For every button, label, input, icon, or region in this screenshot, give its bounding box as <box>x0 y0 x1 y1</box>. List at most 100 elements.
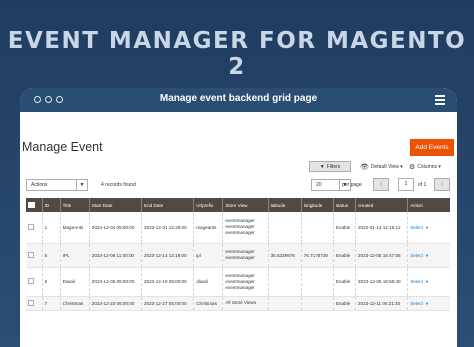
filter-icon: ▼ <box>319 164 325 170</box>
page-title: Manage Event <box>22 140 103 154</box>
row-action-label: Select <box>410 252 423 258</box>
columns-dropdown[interactable]: ⚙ Columns ▾ <box>409 163 441 171</box>
cell-urlprefix: diwali <box>193 267 223 297</box>
table-row: 6 Diwali 2023-12-05 05:00:00 2023-12-19 … <box>26 267 450 297</box>
cell-end-date: 2023-12-31 12:26:00 <box>140 212 194 244</box>
event-grid: ID Title Start Date End Date Urlprefix S… <box>26 198 450 311</box>
store-view-entry: All Store Views <box>225 300 257 305</box>
cell-status: Enable <box>332 296 356 311</box>
cell-action[interactable]: Select ▼ <box>407 243 450 268</box>
row-checkbox[interactable] <box>28 278 34 284</box>
cell-store-view: eventmanager eventmanager eventmanager <box>222 267 269 297</box>
cell-urlprefix: Christmas <box>193 296 223 311</box>
cell-id: 5 <box>41 243 61 268</box>
row-action-select[interactable]: Select ▼ <box>410 301 429 306</box>
row-checkbox-cell[interactable] <box>26 243 43 268</box>
cell-end-date: 2023-12-14 12:19:00 <box>140 243 194 268</box>
cell-status: Enable <box>332 267 356 297</box>
actions-label: Actions <box>31 182 48 188</box>
cell-latitude: 35.5339976 <box>267 243 302 268</box>
cell-action[interactable]: Select ▼ <box>407 267 450 297</box>
select-all-header[interactable] <box>26 198 43 212</box>
table-row: 1 MageAnts 2023-12-04 05:00:00 2023-12-3… <box>26 212 450 244</box>
browser-bar-title: Manage event backend grid page <box>159 93 318 104</box>
cell-end-date: 2023-12-19 05:00:00 <box>140 267 194 297</box>
cell-start-date: 2023-12-04 05:00:00 <box>88 212 142 244</box>
gear-icon: ⚙ <box>409 164 416 171</box>
eye-icon: 👁 <box>360 164 369 171</box>
filters-button[interactable]: ▼ Filters <box>309 161 351 172</box>
row-action-select[interactable]: Select ▼ <box>410 253 429 258</box>
cell-action[interactable]: Select ▼ <box>407 296 450 311</box>
browser-window: Manage event backend grid page Manage Ev… <box>20 88 457 347</box>
cell-created: 2023-12-05 16:56:40 <box>354 267 408 297</box>
row-checkbox-cell[interactable] <box>26 296 43 311</box>
cell-start-date: 2023-12-05 05:00:00 <box>88 267 142 297</box>
actions-select[interactable]: Actions ▼ <box>26 179 88 191</box>
table-row: 7 Christmas 2023-12-20 06:00:00 2023-12-… <box>26 296 450 311</box>
column-header-end-date[interactable]: End Date <box>140 198 194 212</box>
records-found: 4 records found <box>101 182 136 188</box>
column-header-created[interactable]: created <box>354 198 408 212</box>
column-header-start-date[interactable]: Start Date <box>88 198 142 212</box>
cell-start-date: 2023-12-06 11:00:00 <box>88 243 142 268</box>
cell-store-view: eventmanager eventmanager eventmanager <box>222 212 269 244</box>
cell-latitude <box>267 212 302 244</box>
cell-title: IPL <box>59 243 90 268</box>
cell-urlprefix: mageants <box>193 212 223 244</box>
row-checkbox[interactable] <box>28 223 34 230</box>
chevron-down-icon: ▼ <box>424 300 429 306</box>
row-action-label: Select <box>410 279 423 284</box>
store-view-entry: eventmanager <box>225 255 255 260</box>
row-checkbox-cell[interactable] <box>26 212 43 244</box>
cell-created: 2023-12-11 06:21:40 <box>354 296 408 311</box>
chevron-down-icon: ▼ <box>424 252 429 258</box>
next-page-button[interactable]: › <box>434 178 450 191</box>
previous-page-button[interactable]: ‹ <box>373 178 389 191</box>
cell-created: 2022-01-13 12:19:12 <box>354 212 408 244</box>
select-all-checkbox[interactable] <box>28 201 35 208</box>
column-header-title[interactable]: Title <box>59 198 90 212</box>
chevron-down-icon: ▼ <box>424 224 429 230</box>
column-header-longitude[interactable]: longitude <box>300 198 334 212</box>
per-page-value: 20 <box>316 182 322 188</box>
cell-id: 1 <box>41 212 61 244</box>
row-action-select[interactable]: Select ▼ <box>410 225 429 230</box>
cell-status: Enable <box>332 243 356 268</box>
row-checkbox[interactable] <box>28 251 34 258</box>
hamburger-menu-icon[interactable] <box>435 95 445 107</box>
page-number-input[interactable]: 1 <box>398 178 414 191</box>
cell-title: Diwali <box>59 267 90 297</box>
cell-created: 2023-12-05 16:47:05 <box>354 243 408 268</box>
chevron-down-icon: ▼ <box>424 279 429 284</box>
cell-longitude <box>300 267 334 297</box>
cell-longitude <box>300 212 334 244</box>
cell-longitude: 76.7178726 <box>300 243 334 268</box>
column-header-urlprefix[interactable]: Urlprefix <box>193 198 223 212</box>
page-of-label: of 1 <box>418 182 427 188</box>
cell-action[interactable]: Select ▼ <box>407 212 450 244</box>
grid-header-row: ID Title Start Date End Date Urlprefix S… <box>26 198 450 212</box>
cell-store-view: All Store Views <box>222 296 269 311</box>
cell-start-date: 2023-12-20 06:00:00 <box>88 296 142 311</box>
add-events-button[interactable]: Add Events <box>410 139 454 156</box>
row-action-label: Select <box>410 224 423 230</box>
cell-latitude <box>267 267 302 297</box>
row-action-select[interactable]: Select ▼ <box>410 279 429 284</box>
cell-id: 6 <box>41 267 61 297</box>
row-checkbox-cell[interactable] <box>26 267 43 297</box>
column-header-latitude[interactable]: latitude <box>267 198 302 212</box>
cell-longitude <box>300 296 334 311</box>
row-action-label: Select <box>410 300 423 306</box>
column-header-action: Action <box>407 198 450 212</box>
default-view-dropdown[interactable]: 👁 Default View ▾ <box>360 163 403 171</box>
store-view-entry: eventmanager <box>225 284 255 290</box>
cell-store-view: eventmanager eventmanager <box>222 243 269 268</box>
cell-end-date: 2023-12-27 05:00:00 <box>140 296 194 311</box>
cell-latitude <box>267 296 302 311</box>
column-header-store-view[interactable]: Store View <box>222 198 269 212</box>
column-header-id[interactable]: ID <box>41 198 61 212</box>
cell-id: 7 <box>41 296 61 311</box>
column-header-status[interactable]: status <box>332 198 356 212</box>
row-checkbox[interactable] <box>28 299 34 306</box>
